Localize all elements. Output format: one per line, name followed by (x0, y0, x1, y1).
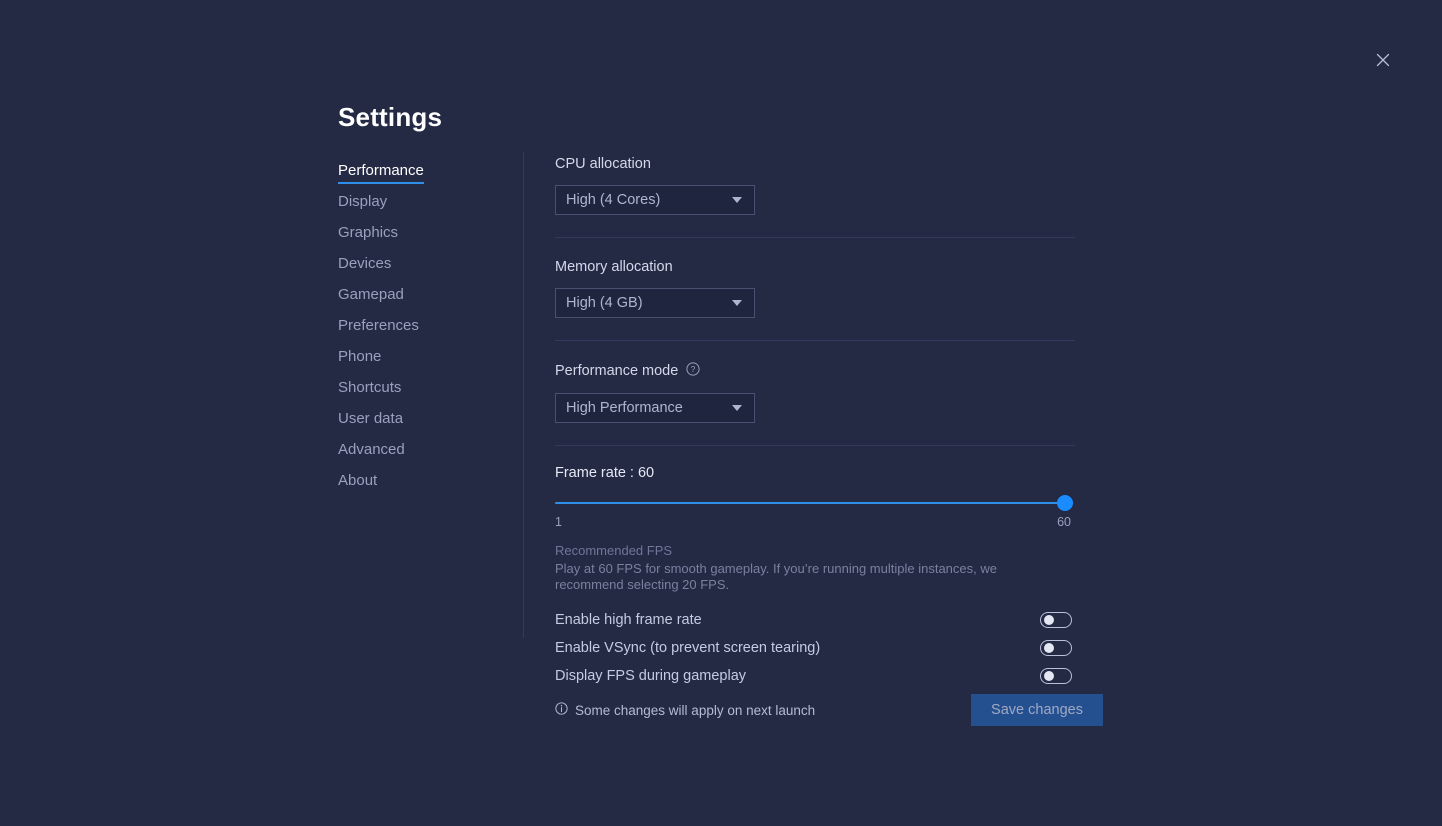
sidebar-item-devices[interactable]: Devices (338, 253, 508, 284)
settings-sidebar: Performance Display Graphics Devices Gam… (338, 160, 508, 501)
memory-allocation-dropdown[interactable]: High (4 GB) (555, 288, 755, 318)
slider-range-labels: 1 60 (555, 515, 1071, 531)
toggle-row-display-fps: Display FPS during gameplay (555, 662, 1072, 690)
chevron-down-icon (732, 405, 742, 411)
sidebar-item-label: Shortcuts (338, 379, 402, 396)
toggle-high-frame-rate[interactable] (1040, 612, 1072, 628)
slider-min-label: 1 (555, 515, 562, 529)
memory-allocation-value: High (4 GB) (566, 295, 643, 311)
sidebar-item-label: Graphics (338, 224, 399, 241)
chevron-down-icon (732, 197, 742, 203)
toggle-label: Display FPS during gameplay (555, 668, 747, 684)
separator (555, 340, 1075, 341)
sidebar-item-performance[interactable]: Performance (338, 160, 508, 191)
sidebar-item-label: Preferences (338, 317, 419, 334)
sidebar-item-gamepad[interactable]: Gamepad (338, 284, 508, 315)
info-circle-icon (555, 702, 568, 718)
slider-fill (555, 502, 1065, 504)
performance-mode-dropdown[interactable]: High Performance (555, 393, 755, 423)
frame-rate-label: Frame rate : 60 (555, 465, 655, 481)
footer-note: Some changes will apply on next launch (555, 702, 815, 718)
save-changes-button[interactable]: Save changes (971, 694, 1103, 726)
active-indicator (338, 182, 424, 184)
performance-mode-section: Performance mode ? High Performance (555, 362, 1075, 423)
sidebar-item-display[interactable]: Display (338, 191, 508, 222)
performance-mode-value: High Performance (566, 400, 683, 416)
slider-max-label: 60 (1057, 515, 1071, 529)
sidebar-item-preferences[interactable]: Preferences (338, 315, 508, 346)
close-icon (1375, 52, 1391, 68)
chevron-down-icon (732, 300, 742, 306)
sidebar-item-label: About (338, 472, 378, 489)
footer-note-text: Some changes will apply on next launch (575, 702, 816, 718)
page-title: Settings (338, 102, 443, 132)
sidebar-item-label: Gamepad (338, 286, 404, 303)
recommended-fps-hint: Recommended FPS Play at 60 FPS for smoot… (555, 543, 1060, 592)
sidebar-item-shortcuts[interactable]: Shortcuts (338, 377, 508, 408)
separator (555, 445, 1075, 446)
toggle-vsync[interactable] (1040, 640, 1072, 656)
sidebar-item-label: Advanced (338, 441, 405, 458)
sidebar-item-label: Performance (338, 162, 424, 179)
hint-title: Recommended FPS (555, 543, 673, 558)
toggle-label: Enable high frame rate (555, 612, 702, 628)
sidebar-item-user-data[interactable]: User data (338, 408, 508, 439)
toggle-knob (1043, 615, 1054, 625)
sidebar-item-graphics[interactable]: Graphics (338, 222, 508, 253)
sidebar-item-label: Devices (338, 255, 392, 272)
svg-text:?: ? (691, 365, 696, 374)
dialog-footer: Some changes will apply on next launch S… (555, 694, 1103, 726)
cpu-allocation-section: CPU allocation High (4 Cores) (555, 156, 1075, 215)
sidebar-item-advanced[interactable]: Advanced (338, 439, 508, 470)
frame-rate-section: Frame rate : 60 1 60 (555, 465, 1075, 531)
slider-thumb[interactable] (1057, 495, 1073, 511)
performance-mode-label: Performance mode ? (555, 362, 1075, 380)
cpu-allocation-label: CPU allocation (555, 156, 651, 172)
toggle-knob (1043, 671, 1054, 681)
memory-allocation-section: Memory allocation High (4 GB) (555, 259, 1075, 318)
sidebar-item-phone[interactable]: Phone (338, 346, 508, 377)
toggle-label: Enable VSync (to prevent screen tearing) (555, 640, 821, 656)
performance-mode-label-text: Performance mode (555, 363, 679, 379)
toggle-knob (1043, 643, 1054, 653)
sidebar-item-about[interactable]: About (338, 470, 508, 501)
help-circle-icon[interactable]: ? (686, 362, 700, 380)
cpu-allocation-value: High (4 Cores) (566, 192, 661, 208)
separator (555, 237, 1075, 238)
frame-rate-slider[interactable] (555, 494, 1073, 512)
close-button[interactable] (1368, 45, 1398, 75)
cpu-allocation-dropdown[interactable]: High (4 Cores) (555, 185, 755, 215)
panel-divider (523, 152, 524, 638)
memory-allocation-label: Memory allocation (555, 259, 673, 275)
toggle-display-fps[interactable] (1040, 668, 1072, 684)
settings-dialog: Settings Performance Display Graphics De… (0, 0, 1442, 826)
sidebar-item-label: Display (338, 193, 388, 210)
toggle-row-high-frame-rate: Enable high frame rate (555, 606, 1072, 634)
performance-panel: CPU allocation High (4 Cores) Memory all… (555, 156, 1075, 690)
sidebar-item-label: User data (338, 410, 404, 427)
toggle-row-vsync: Enable VSync (to prevent screen tearing) (555, 634, 1072, 662)
toggle-list: Enable high frame rate Enable VSync (to … (555, 606, 1072, 690)
sidebar-item-label: Phone (338, 348, 382, 365)
hint-body: Play at 60 FPS for smooth gameplay. If y… (555, 561, 997, 592)
